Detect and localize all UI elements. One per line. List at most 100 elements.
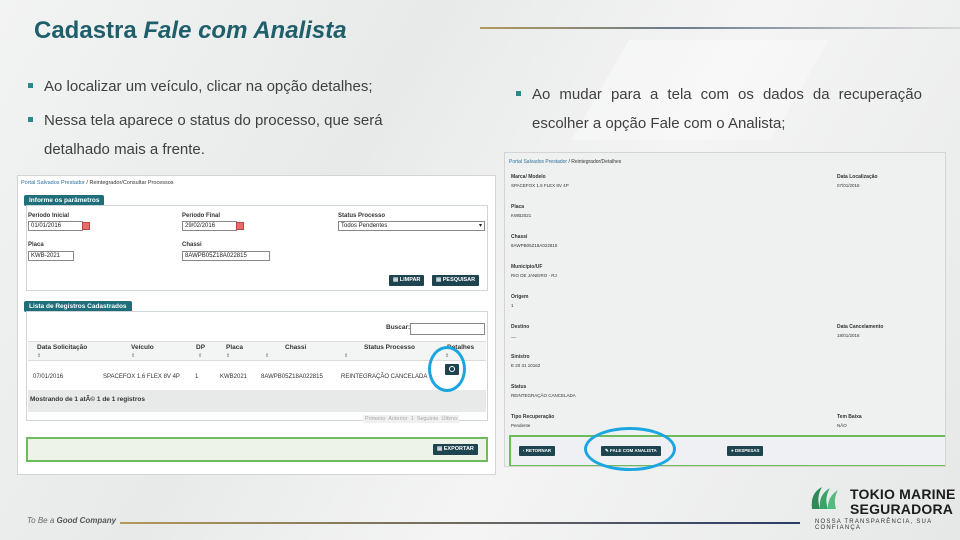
sort-icon[interactable]: ⇕ — [344, 353, 348, 359]
pager-last[interactable]: Último — [441, 416, 457, 422]
retornar-label: RETORNAR — [525, 448, 552, 453]
records-count-text: Mostrando de 1 atÃ© 1 de 1 registros — [30, 396, 145, 403]
actions-highlight-box: ‹ RETORNAR ✎ FALE COM ANALISTA ● DESPESA… — [509, 435, 945, 466]
table-cell: 8AWPB05Z18A022815 — [261, 374, 323, 380]
periodo-inicial-input[interactable]: 01/01/2016 — [28, 221, 83, 231]
tagline-bold: Good Company — [56, 516, 117, 525]
sort-icon[interactable]: ⇕ — [131, 353, 135, 359]
breadcrumb: Portal Salvados Prestador / Reintegrador… — [509, 159, 621, 165]
logo-text-line2: SEGURADORA — [850, 501, 954, 517]
bullet-list-left: Ao localizar um veículo, clicar na opção… — [28, 72, 408, 169]
table-icon: ▤ — [437, 446, 444, 452]
column-header[interactable]: Veículo — [131, 344, 154, 351]
breadcrumb-link[interactable]: Portal Salvados Prestador — [21, 180, 85, 186]
field-value: KWB2021 — [511, 213, 532, 218]
field-value: 07/01/2016 — [837, 183, 860, 188]
status-processo-label: Status Processo — [338, 213, 386, 219]
status-processo-value: Todos Pendentes — [341, 223, 388, 229]
table-cell: 07/01/2016 — [33, 374, 64, 380]
logo-tagline: NOSSA TRANSPARÊNCIA, SUA CONFIANÇA — [815, 519, 932, 531]
limpar-label: LIMPAR — [399, 277, 421, 283]
logo-text-line1: TOKIO MARINE — [850, 486, 956, 502]
field-label: Município/UF — [511, 264, 543, 270]
pagination: Primeiro Anterior 1 Seguinte Último — [363, 415, 460, 423]
footer-divider — [120, 522, 800, 524]
records-count-bar: Mostrando de 1 atÃ© 1 de 1 registros — [28, 390, 486, 412]
field-label: Data Cancelamento — [837, 324, 884, 330]
tokio-marine-logo-icon — [811, 487, 838, 509]
search-icon: ▤ — [436, 277, 443, 283]
slide-title: Cadastra Fale com Analista — [34, 17, 347, 45]
periodo-final-input[interactable]: 29/02/2016 — [182, 221, 237, 231]
field-value: __ — [511, 333, 517, 338]
field-value: 18/01/2016 — [837, 333, 860, 338]
field-label: Destino — [511, 324, 530, 330]
chassi-input[interactable]: 8AWPB05Z18A022815 — [182, 251, 270, 261]
column-header[interactable]: Chassi — [285, 344, 306, 351]
bullet-item: Ao mudar para a tela com os dados da rec… — [516, 80, 922, 138]
tagline-pre: To Be a — [27, 516, 57, 525]
chassi-label: Chassi — [182, 242, 202, 248]
placa-input[interactable]: KWB-2021 — [28, 251, 74, 261]
field-value: 1 — [511, 303, 514, 308]
title-italic-text: Fale com Analista — [143, 17, 347, 44]
sort-icon[interactable]: ⇕ — [198, 353, 202, 359]
field-value: REINTEGRAÇÃO CANCELADA — [511, 393, 576, 398]
field-label: Origem — [511, 294, 529, 300]
pager-previous[interactable]: Anterior — [388, 416, 407, 422]
bullet-list-right: Ao mudar para a tela com os dados da rec… — [516, 80, 922, 143]
calendar-icon[interactable] — [236, 222, 244, 230]
field-value: RIO DE JANEIRO - RJ — [511, 273, 557, 278]
title-main-text: Cadastra — [34, 17, 144, 44]
exportar-button[interactable]: ▤ EXPORTAR — [433, 444, 478, 455]
field-label: Marca/ Modelo — [511, 174, 546, 180]
despesas-label: DESPESAS — [734, 448, 760, 453]
breadcrumb-path: / Reintegrador/Consultar Processos — [84, 180, 174, 186]
field-value: NÃO — [837, 423, 847, 428]
field-value: Pendente — [511, 423, 531, 428]
footer-tagline: To Be a Good Company — [27, 516, 116, 525]
field-label: Sinistro — [511, 354, 530, 360]
column-header[interactable]: Data Solicitação — [37, 344, 87, 351]
sort-icon[interactable]: ⇕ — [37, 353, 41, 359]
limpar-button[interactable]: ▤ LIMPAR — [389, 275, 425, 286]
highlight-circle-detalhes — [428, 346, 466, 392]
screenshot-detalhes: Portal Salvados Prestador / Reintegrador… — [504, 152, 946, 467]
screenshot-consultar-processos: Portal Salvados Prestador / Reintegrador… — [17, 175, 496, 475]
periodo-final-label: Período Final — [182, 213, 221, 219]
pesquisar-label: PESQUISAR — [442, 277, 476, 283]
column-header[interactable]: DP — [196, 344, 205, 351]
field-label: Chassi — [511, 234, 528, 240]
despesas-button[interactable]: ● DESPESAS — [727, 446, 764, 456]
calendar-icon[interactable] — [82, 222, 90, 230]
breadcrumb-link[interactable]: Portal Salvados Prestador — [509, 159, 567, 165]
periodo-inicial-label: Período Inicial — [28, 213, 70, 219]
field-label: Tem Baixa — [837, 414, 862, 420]
export-highlight-box: ▤ EXPORTAR — [26, 437, 488, 462]
field-label: Status — [511, 384, 527, 390]
breadcrumb: Portal Salvados Prestador / Reintegrador… — [21, 180, 174, 186]
pager-page[interactable]: 1 — [411, 416, 414, 422]
placa-label: Placa — [28, 242, 44, 248]
breadcrumb-path: / Reintegrador/Detalhes — [567, 159, 622, 165]
buscar-input[interactable] — [410, 323, 485, 335]
sort-icon[interactable]: ⇕ — [226, 353, 230, 359]
field-label: Tipo Recuperação — [511, 414, 555, 420]
table-cell: REINTEGRAÇÃO CANCELADA — [341, 374, 428, 380]
pesquisar-button[interactable]: ▤ PESQUISAR — [432, 275, 480, 286]
column-header[interactable]: Status Processo — [364, 344, 415, 351]
table-cell: 1 — [195, 374, 199, 380]
pager-next[interactable]: Seguinte — [417, 416, 439, 422]
pager-first[interactable]: Primeiro — [365, 416, 385, 422]
table-header: Data Solicitação Veículo DP Placa Chassi… — [28, 341, 486, 361]
table-cell: KWB2021 — [220, 374, 248, 380]
title-divider — [480, 27, 960, 29]
field-label: Data Localização — [837, 174, 878, 180]
column-header[interactable]: Placa — [226, 344, 243, 351]
retornar-button[interactable]: ‹ RETORNAR — [519, 446, 556, 456]
field-value: SPACEFOX 1.6 FLEX 8V 4P — [511, 183, 569, 188]
table-cell: SPACEFOX 1.6 FLEX 8V 4P — [103, 374, 180, 380]
bullet-item: Nessa tela aparece o status do processo,… — [28, 106, 408, 164]
sort-icon[interactable]: ⇕ — [265, 353, 269, 359]
status-processo-select[interactable]: Todos Pendentes ▾ — [338, 221, 485, 231]
